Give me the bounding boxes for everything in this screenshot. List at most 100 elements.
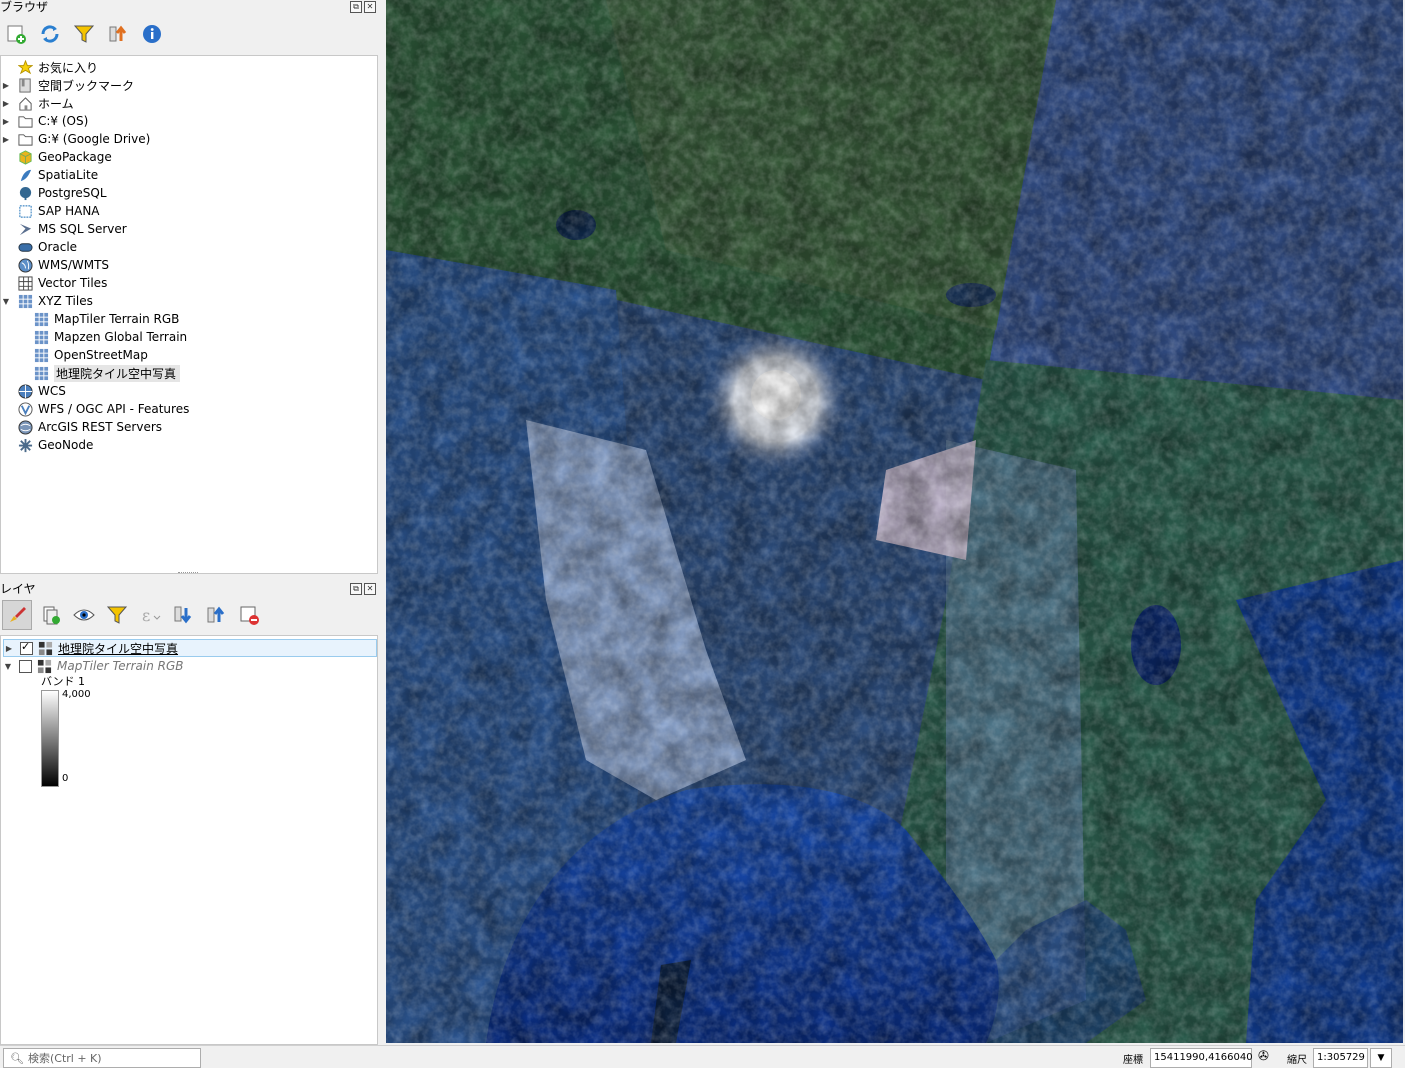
raster-layer-icon [36,658,52,674]
coordinate-label: 座標 [1123,1055,1143,1066]
browser-item-label: Vector Tiles [38,276,108,290]
style-panel-button[interactable] [2,600,32,630]
layer-row[interactable]: ▼ MapTiler Terrain RGB [3,657,184,675]
oracle-icon [17,239,33,255]
chevron-down-icon: ▼ [1377,1053,1385,1063]
geonode-icon [17,437,33,453]
browser-item[interactable]: ▶ 空間ブックマーク [1,76,134,94]
browser-item[interactable]: ▶ G:¥ (Google Drive) [1,130,150,148]
add-group-icon [43,606,60,625]
search-icon: 🔍︎ [10,1051,24,1065]
browser-item[interactable]: Vector Tiles [1,274,107,292]
scale-field[interactable]: 1:305729 [1313,1048,1368,1068]
collapse-icon [109,25,127,42]
layers-panel-title: レイヤ [0,582,36,596]
browser-item[interactable]: ▼ XYZ Tiles [1,292,93,310]
expand-arrow[interactable]: ▼ [1,297,11,306]
browser-panel: ブラウザ ⧉ ✕ お気に入り ▶ 空間ブックマーク ▶ ホーム ▶ C:¥ (OS) ▶ G:¥… [0,0,380,575]
browser-item[interactable]: MapTiler Terrain RGB [1,310,179,328]
browser-item[interactable]: Oracle [1,238,77,256]
expand-all-button[interactable] [169,601,197,629]
locator-search-input[interactable]: 🔍︎ 検索(Ctrl + K) [3,1048,201,1068]
properties-button[interactable] [138,20,166,48]
geopackage-icon [17,149,33,165]
browser-item[interactable]: WMS/WMTS [1,256,109,274]
browser-item[interactable]: PostgreSQL [1,184,107,202]
filter-icon [73,25,95,43]
browser-item[interactable]: ArcGIS REST Servers [1,418,162,436]
map-canvas[interactable] [386,0,1403,1043]
scale-label: 縮尺 [1287,1055,1307,1066]
collapse-icon [207,606,225,623]
browser-item-label: PostgreSQL [38,186,107,200]
browser-item[interactable]: OpenStreetMap [1,346,148,364]
close-panel-button[interactable]: ✕ [364,583,376,595]
vector-tiles-icon [17,275,33,291]
collapse-all-button[interactable] [104,20,132,48]
bookmark-icon [17,77,33,93]
browser-item[interactable]: MS SQL Server [1,220,127,238]
filter-button[interactable] [70,20,98,48]
legend-gradient [41,690,59,787]
expand-arrow[interactable]: ▶ [1,117,11,126]
refresh-icon [41,25,59,43]
browser-item-label: MapTiler Terrain RGB [54,312,180,326]
browser-item[interactable]: WCS [1,382,66,400]
browser-item[interactable]: WFS / OGC API - Features [1,400,189,418]
filter-legend-button[interactable] [103,601,131,629]
star-icon [17,59,33,75]
filter-expression-button[interactable]: ε [136,601,164,629]
browser-item[interactable]: GeoPackage [1,148,112,166]
toggle-extents-icon[interactable]: ✇ [1258,1049,1269,1064]
browser-item-label: ホーム [38,96,74,111]
browser-item-label: Oracle [38,240,78,254]
browser-item[interactable]: ▶ ホーム [1,94,74,112]
close-panel-button[interactable]: ✕ [364,1,376,13]
browser-item-label: 地理院タイル空中写真 [54,364,181,382]
legend-min: 0 [62,773,69,784]
coordinate-field[interactable]: 15411990,4166040 [1150,1048,1253,1068]
browser-item[interactable]: SpatiaLite [1,166,98,184]
expand-arrow[interactable]: ▶ [1,81,11,90]
scale-dropdown-button[interactable]: ▼ [1370,1048,1392,1068]
add-group-button[interactable] [37,601,65,629]
layers-panel-controls: ⧉ ✕ [350,583,376,595]
layers-panel: レイヤ ⧉ ✕ ε ▶ ✓ 地理院タイル空中写真 ▼ MapTiler Terr… [0,580,380,1045]
expand-arrow[interactable]: ▶ [4,644,14,653]
browser-toolbar [2,20,166,48]
browser-item-label: XYZ Tiles [38,294,93,308]
panel-splitter[interactable] [178,572,198,576]
layer-visibility-checkbox[interactable] [19,659,32,673]
browser-item[interactable]: Mapzen Global Terrain [1,328,187,346]
browser-item[interactable]: お気に入り [1,58,98,76]
browser-item[interactable]: SAP HANA [1,202,100,220]
browser-item-label: WCS [38,384,66,398]
browser-item[interactable]: ▶ C:¥ (OS) [1,112,88,130]
browser-panel-title: ブラウザ [0,0,49,14]
collapse-all-layers-button[interactable] [202,601,230,629]
legend-max: 4,000 [62,689,91,700]
visibility-button[interactable] [70,601,98,629]
float-panel-button[interactable]: ⧉ [350,583,362,595]
wfs-globe-icon [17,401,33,417]
expand-arrow[interactable]: ▶ [1,99,11,108]
browser-item-label: WFS / OGC API - Features [38,402,190,416]
browser-item-label: 空間ブックマーク [38,78,135,93]
expression-icon: ε [142,606,161,625]
layer-visibility-checkbox[interactable] [20,640,33,655]
layer-name: 地理院タイル空中写真 [58,641,179,656]
svg-text:ε: ε [142,606,150,625]
layer-row[interactable]: ▶ 地理院タイル空中写真 [3,639,377,657]
browser-item[interactable]: GeoNode [1,436,93,454]
refresh-button[interactable] [36,20,64,48]
browser-item[interactable]: 地理院タイル空中写真 [1,364,181,382]
browser-item-label: MS SQL Server [38,222,127,236]
expand-arrow[interactable]: ▶ [1,135,11,144]
float-panel-button[interactable]: ⧉ [350,1,362,13]
expand-arrow[interactable]: ▼ [3,662,13,671]
layer-name: MapTiler Terrain RGB [57,659,184,673]
remove-layer-button[interactable] [235,601,263,629]
add-layer-button[interactable] [2,20,30,48]
browser-item-label: GeoNode [38,438,94,452]
arcgis-icon [17,419,33,435]
